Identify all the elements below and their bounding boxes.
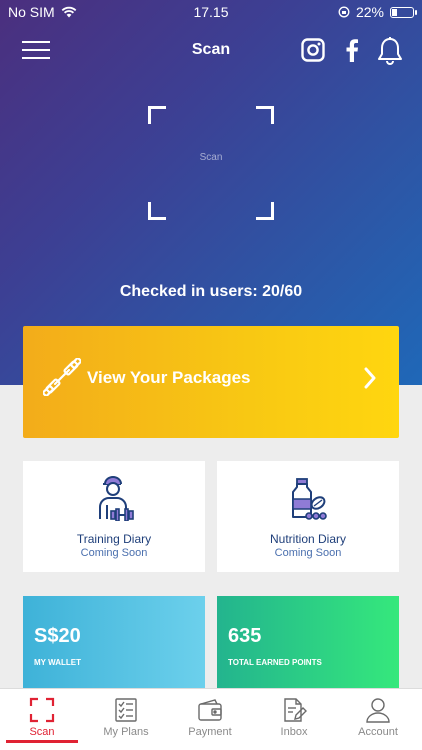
tab-inbox[interactable]: Inbox [252, 689, 336, 750]
tab-inbox-label: Inbox [280, 726, 308, 738]
rotation-lock-icon [338, 6, 350, 18]
dumbbell-icon [43, 358, 81, 396]
nutrition-diary-subtitle: Coming Soon [274, 547, 342, 559]
training-diary-subtitle: Coming Soon [80, 547, 148, 559]
tab-scan[interactable]: Scan [0, 689, 84, 750]
view-packages-label: View Your Packages [87, 368, 251, 387]
document-edit-icon [284, 698, 307, 722]
bottom-tab-bar: Scan My Plans Payment Inbox Account [0, 688, 422, 750]
instagram-icon[interactable] [301, 38, 325, 62]
wallet-icon [198, 699, 222, 721]
chevron-right-icon [364, 367, 376, 389]
scan-placeholder-label: Scan [199, 152, 223, 163]
nutrition-diary-title: Nutrition Diary [269, 532, 347, 546]
checked-in-users: Checked in users: 20/60 [119, 283, 303, 300]
facebook-icon[interactable] [345, 38, 359, 62]
tab-payment[interactable]: Payment [168, 689, 252, 750]
scan-corner [148, 202, 166, 220]
nutrition-icon [292, 478, 327, 520]
view-packages-button[interactable]: View Your Packages [23, 326, 399, 438]
tab-my-plans[interactable]: My Plans [84, 689, 168, 750]
active-tab-indicator [6, 740, 78, 743]
nutrition-diary-card[interactable]: Nutrition Diary Coming Soon [217, 461, 399, 572]
battery-icon [390, 6, 417, 18]
training-diary-title: Training Diary [76, 532, 152, 546]
user-icon [366, 698, 390, 723]
points-total: 635 [228, 625, 262, 647]
scan-icon [29, 697, 55, 723]
scan-corner [256, 106, 274, 124]
status-right: 22% [338, 4, 417, 20]
wallet-balance: S$20 [34, 625, 81, 647]
bell-icon[interactable] [376, 36, 404, 66]
wallet-card[interactable]: S$20 MY WALLET [23, 596, 205, 688]
points-caption: TOTAL EARNED POINTS [228, 658, 322, 667]
qr-scan-frame[interactable]: Scan [148, 106, 274, 220]
tab-account[interactable]: Account [336, 689, 420, 750]
scan-corner [148, 106, 166, 124]
tab-account-label: Account [358, 726, 398, 738]
scan-corner [256, 202, 274, 220]
tab-payment-label: Payment [188, 726, 232, 738]
navigation-bar: Scan [0, 24, 422, 80]
status-bar: No SIM 17.15 22% [0, 0, 422, 24]
trainer-icon [99, 476, 134, 521]
checklist-icon [115, 698, 137, 722]
points-card[interactable]: 635 TOTAL EARNED POINTS [217, 596, 399, 688]
wallet-caption: MY WALLET [34, 658, 81, 667]
tab-my-plans-label: My Plans [103, 726, 149, 738]
training-diary-card[interactable]: Training Diary Coming Soon [23, 461, 205, 572]
tab-scan-label: Scan [29, 726, 55, 738]
battery-percent: 22% [355, 4, 384, 20]
